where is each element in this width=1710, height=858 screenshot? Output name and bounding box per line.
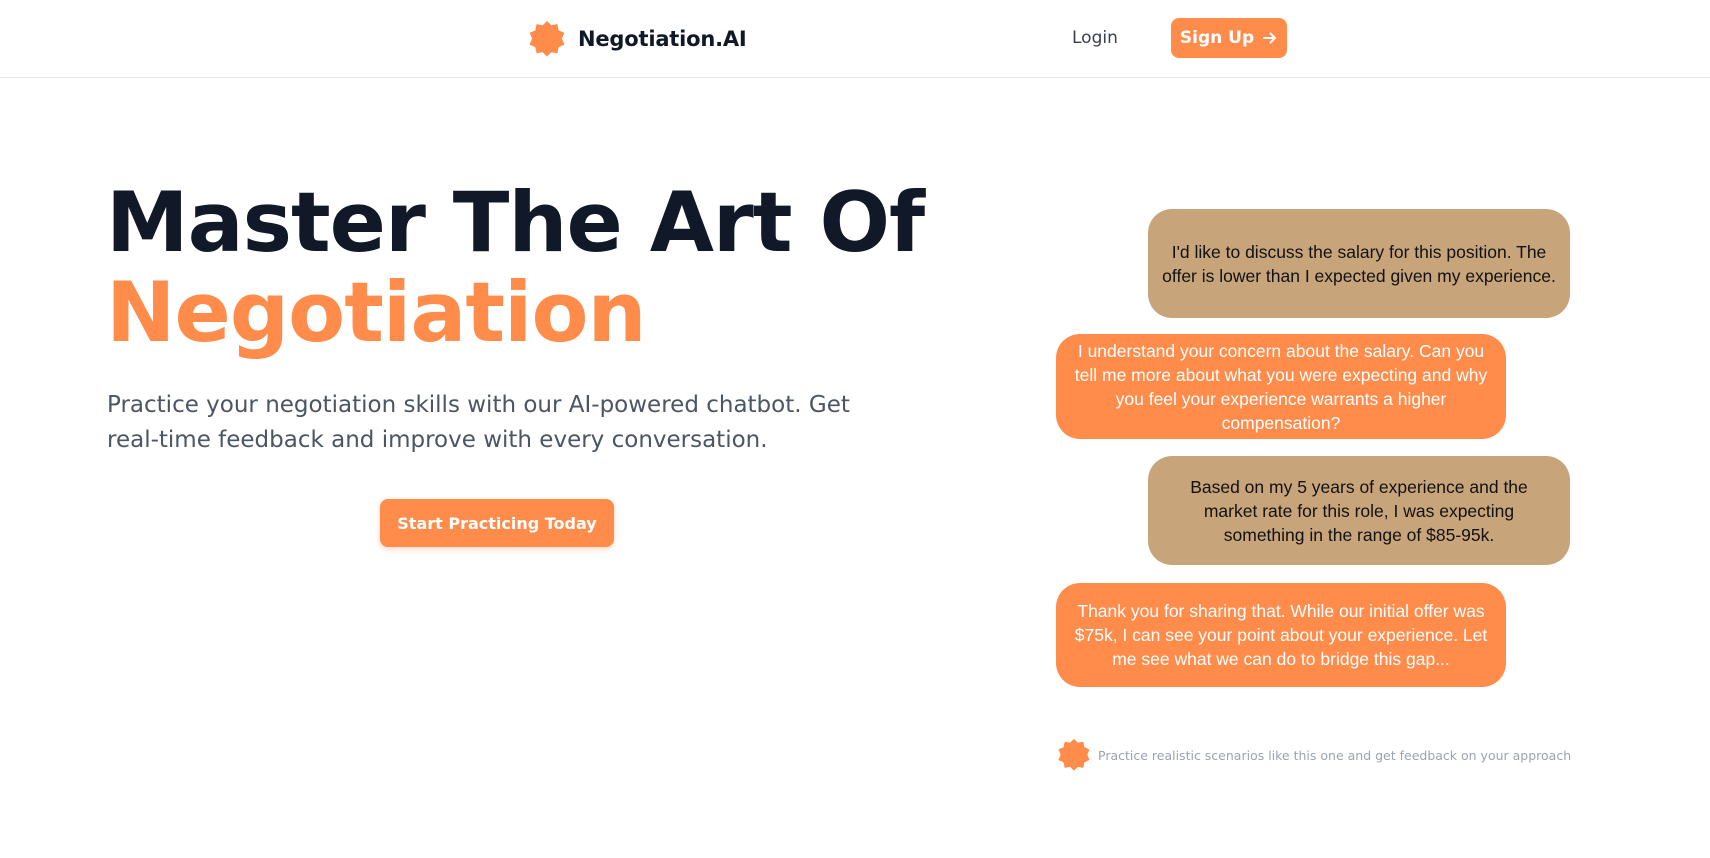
starburst-logo-icon — [1058, 738, 1090, 771]
login-link[interactable]: Login — [1072, 28, 1118, 48]
signup-button-label: Sign Up — [1179, 28, 1255, 48]
starburst-logo-icon — [529, 20, 565, 57]
chat-footnote-text: Practice realistic scenarios like this o… — [1098, 747, 1572, 763]
signup-button[interactable]: Sign Up — [1171, 18, 1287, 58]
site-header: Negotiation.AI Login Sign Up — [0, 0, 1710, 78]
brand[interactable]: Negotiation.AI — [528, 20, 747, 58]
brand-name: Negotiation.AI — [578, 27, 747, 51]
chat-message-user: Based on my 5 years of experience and th… — [1148, 456, 1570, 565]
hero-title-highlight: Negotiation — [106, 264, 647, 361]
hero-title-line1: Master The Art Of — [106, 174, 925, 271]
start-practicing-button[interactable]: Start Practicing Today — [380, 499, 614, 547]
hero-title: Master The Art Of Negotiation — [106, 174, 925, 361]
chat-message-ai: Thank you for sharing that. While our in… — [1056, 583, 1506, 687]
chat-footnote: Practice realistic scenarios like this o… — [1057, 738, 1571, 772]
arrow-right-icon — [1263, 32, 1277, 44]
chat-message-ai: I understand your concern about the sala… — [1056, 334, 1506, 439]
hero-subtitle: Practice your negotiation skills with ou… — [107, 392, 850, 453]
chat-message-user: I'd like to discuss the salary for this … — [1148, 209, 1570, 318]
